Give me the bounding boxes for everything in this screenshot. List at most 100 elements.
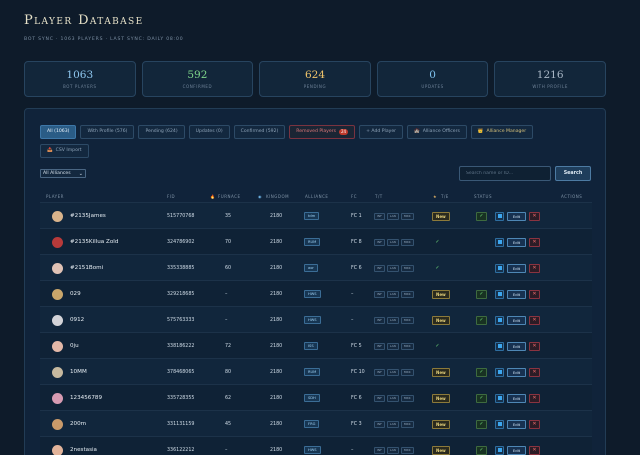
stop-icon[interactable] xyxy=(495,367,504,377)
tt-button[interactable]: INF xyxy=(374,394,385,402)
confirm-button[interactable]: ✓ xyxy=(476,393,487,403)
delete-button[interactable]: ✕ xyxy=(529,419,540,429)
filter-tab[interactable]: 📥 CSV Import xyxy=(40,144,89,158)
alliance-badge: HWS xyxy=(304,316,321,324)
tt-button[interactable]: LAN xyxy=(386,290,399,298)
tt-button[interactable]: MRK xyxy=(400,290,414,298)
filter-tab[interactable]: 🏰 Alliance Officers xyxy=(407,125,467,139)
tt-button[interactable]: LAN xyxy=(386,264,399,272)
edit-button[interactable]: Edit xyxy=(507,263,526,273)
tt-button[interactable]: INF xyxy=(374,446,385,454)
tie-cell: New xyxy=(432,385,450,411)
tt-button[interactable]: LAN xyxy=(386,238,399,246)
col-player: PLAYER xyxy=(46,194,64,199)
tt-button[interactable]: LAN xyxy=(386,212,399,220)
stop-icon[interactable] xyxy=(495,263,504,273)
stop-icon[interactable] xyxy=(495,445,504,455)
tt-buttons: INF LAN MRK xyxy=(374,411,416,437)
player-panel: All (1063) With Profile (576) Pending (624… xyxy=(24,108,606,455)
delete-button[interactable]: ✕ xyxy=(529,315,540,325)
edit-button[interactable]: Edit xyxy=(507,211,526,221)
tt-button[interactable]: INF xyxy=(374,264,385,272)
edit-button[interactable]: Edit xyxy=(507,445,526,455)
alliance-filter-select[interactable]: All Alliances ⌄ xyxy=(40,169,86,178)
filter-tab[interactable]: Removed Players 24 xyxy=(289,125,356,139)
tab-label: CSV Import xyxy=(55,148,82,153)
confirm-button[interactable]: ✓ xyxy=(476,367,487,377)
table-row: #2135James 515770768 35 2180 tdm FC 1 IN… xyxy=(40,202,592,228)
edit-button[interactable]: Edit xyxy=(507,393,526,403)
search-input[interactable] xyxy=(459,166,551,181)
tt-button[interactable]: INF xyxy=(374,212,385,220)
edit-button[interactable]: Edit xyxy=(507,367,526,377)
tt-button[interactable]: INF xyxy=(374,342,385,350)
edit-button[interactable]: Edit xyxy=(507,315,526,325)
tab-label: All (1063) xyxy=(47,129,70,134)
confirm-button[interactable]: ✓ xyxy=(476,289,487,299)
tt-button[interactable]: MRK xyxy=(400,394,414,402)
confirm-button[interactable]: ✓ xyxy=(476,419,487,429)
tt-button[interactable]: MRK xyxy=(400,446,414,454)
tt-button[interactable]: MRK xyxy=(400,212,414,220)
stop-icon[interactable] xyxy=(495,237,504,247)
player-kingdom: 2180 xyxy=(270,395,283,401)
stat-value: 0 xyxy=(429,69,436,81)
alliance-badge: SDH xyxy=(304,394,320,402)
tt-button[interactable]: INF xyxy=(374,368,385,376)
delete-button[interactable]: ✕ xyxy=(529,289,540,299)
filter-tab[interactable]: Confirmed (592) xyxy=(233,125,286,139)
tt-button[interactable]: MRK xyxy=(400,420,414,428)
delete-button[interactable]: ✕ xyxy=(529,393,540,403)
tt-button[interactable]: LAN xyxy=(386,446,399,454)
confirm-button[interactable]: ✓ xyxy=(476,445,487,455)
tt-button[interactable]: MRK xyxy=(400,264,414,272)
tt-button[interactable]: LAN xyxy=(386,420,399,428)
tt-button[interactable]: INF xyxy=(374,316,385,324)
tt-button[interactable]: INF xyxy=(374,290,385,298)
tt-button[interactable]: MRK xyxy=(400,368,414,376)
delete-button[interactable]: ✕ xyxy=(529,445,540,455)
tt-button[interactable]: LAN xyxy=(386,316,399,324)
avatar xyxy=(52,340,63,352)
tt-button[interactable]: LAN xyxy=(386,394,399,402)
tt-button[interactable]: INF xyxy=(374,420,385,428)
delete-button[interactable]: ✕ xyxy=(529,341,540,351)
filter-tab[interactable]: + Add Player xyxy=(359,125,404,139)
filter-tab[interactable]: With Profile (576) xyxy=(80,125,135,139)
edit-button[interactable]: Edit xyxy=(507,237,526,247)
stop-icon[interactable] xyxy=(495,393,504,403)
filter-tab[interactable]: All (1063) xyxy=(40,125,77,139)
chevron-down-icon: ⌄ xyxy=(78,170,83,177)
player-kingdom: 2180 xyxy=(270,213,283,219)
stop-icon[interactable] xyxy=(495,341,504,351)
tt-button[interactable]: MRK xyxy=(400,238,414,246)
stop-icon[interactable] xyxy=(495,211,504,221)
tie-cell: New xyxy=(432,281,450,307)
avatar xyxy=(52,236,63,248)
tt-button[interactable]: LAN xyxy=(386,368,399,376)
filter-tab[interactable]: 👑 Alliance Manager xyxy=(470,125,534,139)
delete-button[interactable]: ✕ xyxy=(529,237,540,247)
delete-button[interactable]: ✕ xyxy=(529,211,540,221)
filter-tab[interactable]: Updates (0) xyxy=(188,125,230,139)
tt-button[interactable]: INF xyxy=(374,238,385,246)
confirm-button[interactable]: ✓ xyxy=(476,211,487,221)
edit-button[interactable]: Edit xyxy=(507,341,526,351)
player-furnace: 60 xyxy=(225,265,232,271)
stop-icon[interactable] xyxy=(495,419,504,429)
tt-button[interactable]: MRK xyxy=(400,342,414,350)
edit-button[interactable]: Edit xyxy=(507,289,526,299)
player-kingdom: 2180 xyxy=(270,369,283,375)
confirmed-check-icon: ✓ xyxy=(435,265,440,271)
tt-button[interactable]: MRK xyxy=(400,316,414,324)
stop-icon[interactable] xyxy=(495,315,504,325)
confirm-button[interactable]: ✓ xyxy=(476,315,487,325)
stop-icon[interactable] xyxy=(495,289,504,299)
delete-button[interactable]: ✕ xyxy=(529,263,540,273)
tt-button[interactable]: LAN xyxy=(386,342,399,350)
delete-button[interactable]: ✕ xyxy=(529,367,540,377)
player-kingdom: 2180 xyxy=(270,343,283,349)
filter-tab[interactable]: Pending (624) xyxy=(138,125,185,139)
edit-button[interactable]: Edit xyxy=(507,419,526,429)
search-button[interactable]: Search xyxy=(555,166,591,181)
